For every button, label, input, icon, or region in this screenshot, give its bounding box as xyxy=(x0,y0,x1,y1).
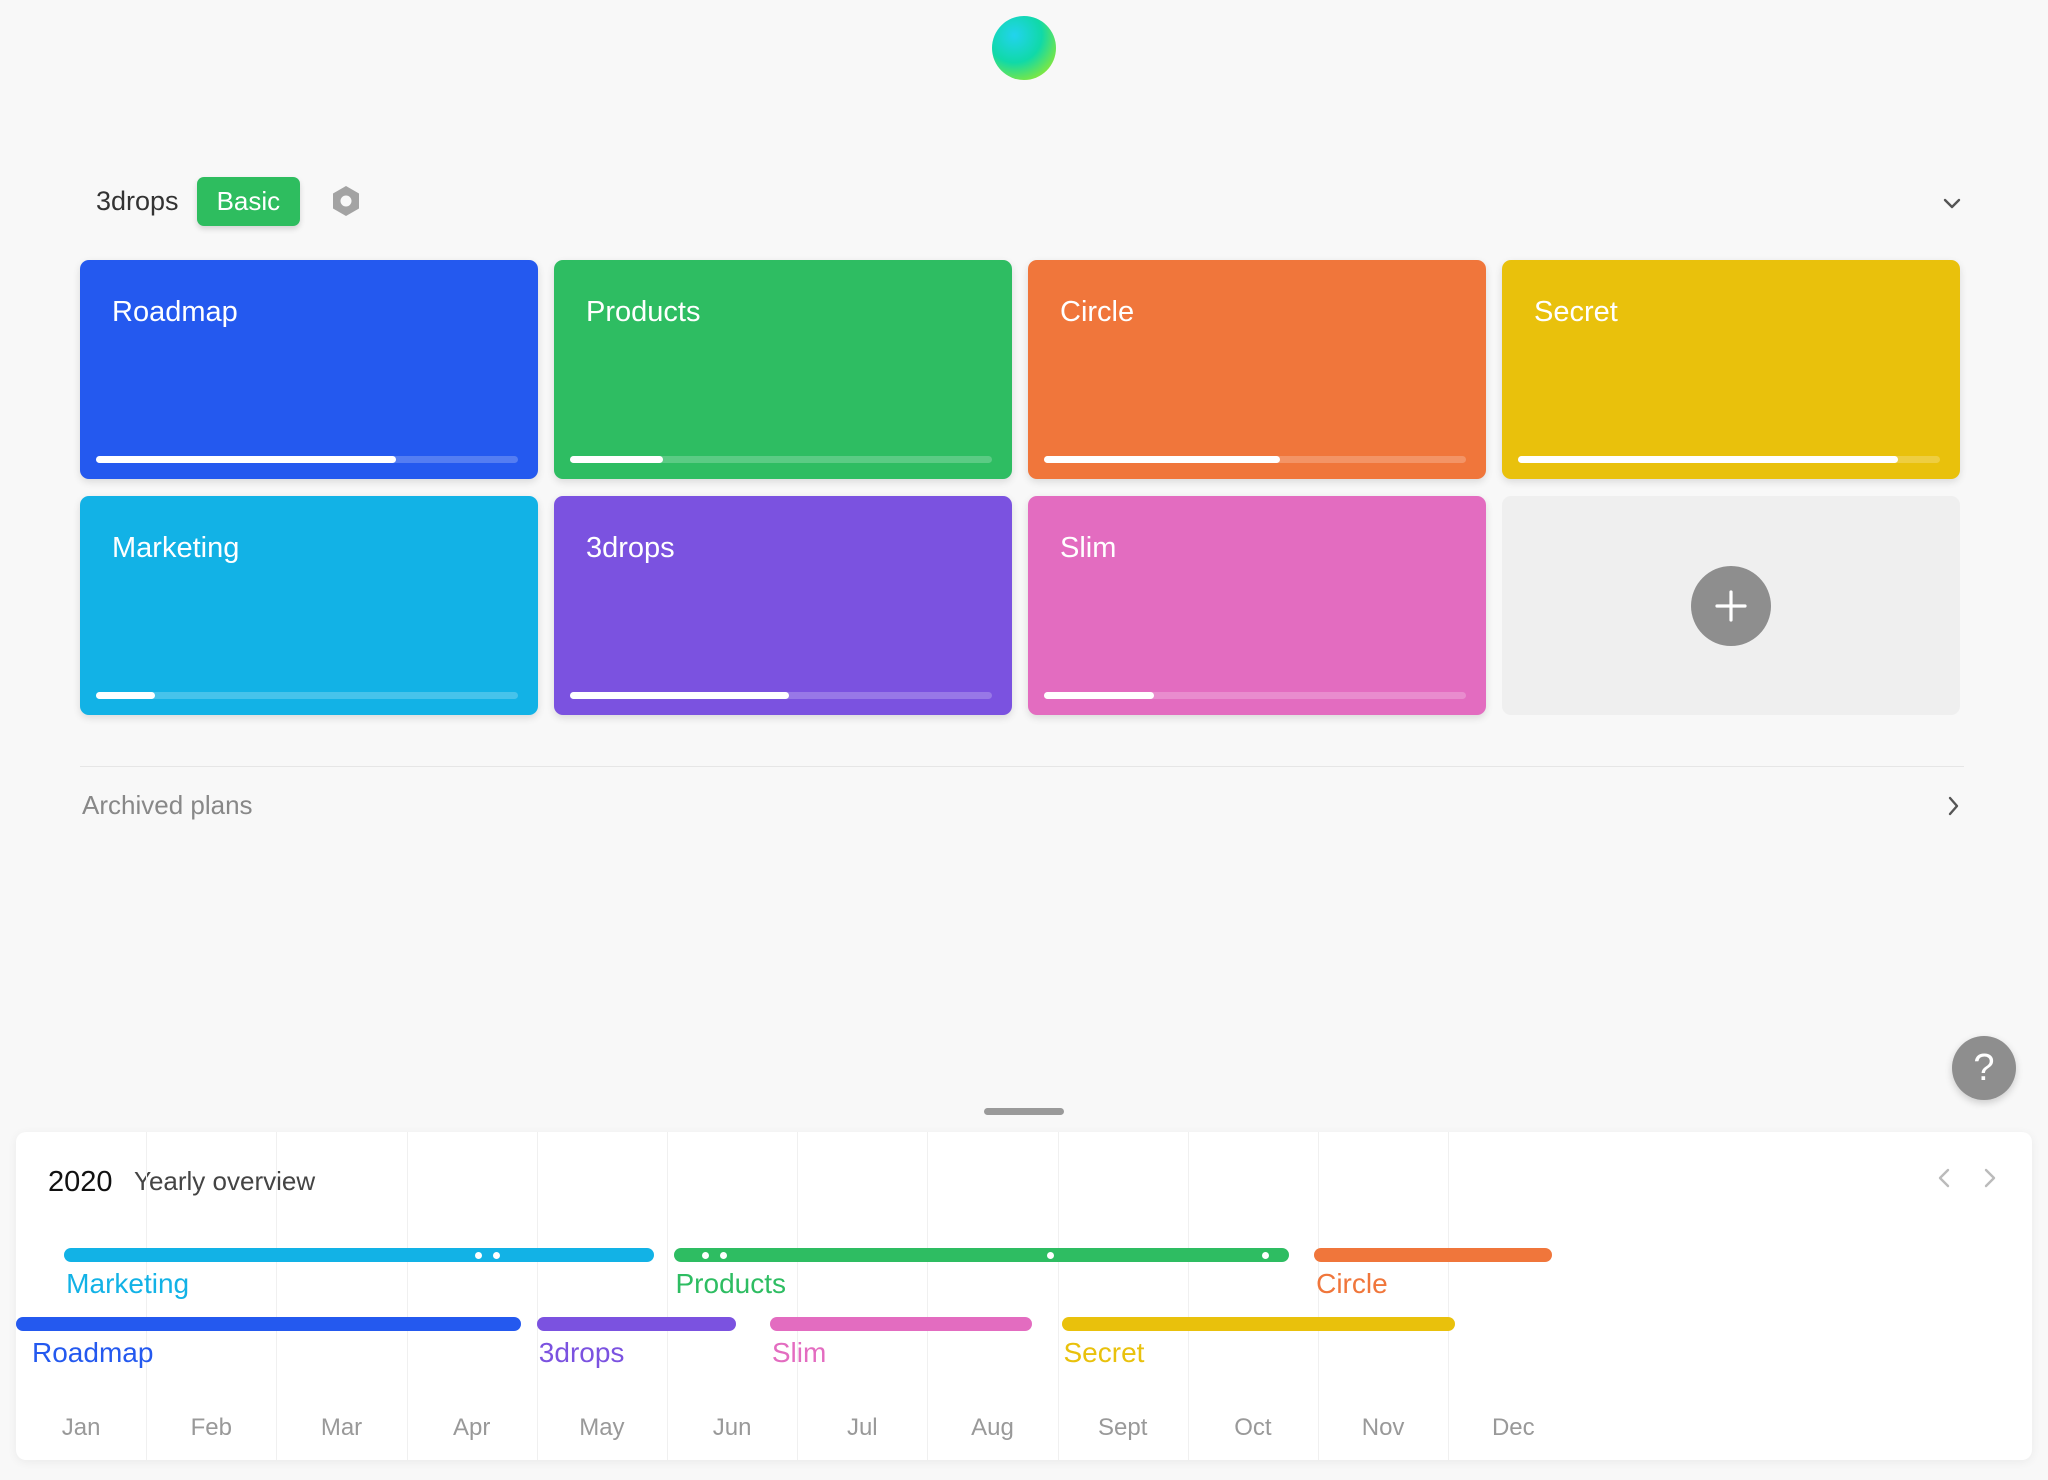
plan-title: Roadmap xyxy=(112,296,238,328)
timeline-bar-slim[interactable] xyxy=(769,1317,1032,1331)
timeline-label[interactable]: Secret xyxy=(1064,1337,1145,1369)
divider xyxy=(80,766,1964,767)
timeline-label[interactable]: Circle xyxy=(1316,1268,1388,1300)
month-gridline xyxy=(536,1132,538,1460)
plus-icon[interactable] xyxy=(1691,565,1771,646)
timeline-label[interactable]: Slim xyxy=(772,1337,826,1369)
plan-progress-bar xyxy=(570,692,992,699)
plan-progress-bar xyxy=(96,692,518,699)
plan-title: Marketing xyxy=(112,532,240,564)
plan-progress-bar xyxy=(1044,456,1466,463)
plan-card-3drops[interactable]: 3drops xyxy=(554,496,1012,715)
plan-title: Slim xyxy=(1060,532,1117,564)
plan-title: 3drops xyxy=(586,532,675,564)
milestone-dot[interactable] xyxy=(1046,1252,1054,1259)
month-label: Dec xyxy=(1491,1414,1535,1441)
milestone-dot[interactable] xyxy=(493,1252,501,1259)
plan-progress-bar xyxy=(96,456,518,463)
app-logo[interactable] xyxy=(992,16,1056,80)
overview-year: 2020 xyxy=(48,1166,113,1198)
timeline-label[interactable]: 3drops xyxy=(539,1337,625,1369)
timeline-bar-marketing[interactable] xyxy=(64,1248,654,1262)
plan-progress-bar xyxy=(1044,692,1466,699)
plan-title: Products xyxy=(586,296,701,328)
plan-progress-fill xyxy=(1518,456,1898,463)
month-gridline xyxy=(1448,1132,1450,1460)
timeline-bar-3drops[interactable] xyxy=(536,1317,736,1331)
help-button[interactable]: ? xyxy=(1952,1036,2016,1100)
timeline-label[interactable]: Roadmap xyxy=(32,1337,153,1369)
plan-card-secret[interactable]: Secret xyxy=(1502,260,1960,479)
workspace-header: 3drops Basic xyxy=(96,176,362,226)
month-gridline xyxy=(927,1132,929,1460)
plan-progress-bar xyxy=(1518,456,1940,463)
plan-card-products[interactable]: Products xyxy=(554,260,1012,479)
chevron-down-icon[interactable] xyxy=(1938,190,1966,218)
workspace-name: 3drops xyxy=(96,185,179,216)
month-gridline xyxy=(1057,1132,1059,1460)
add-plan-card[interactable] xyxy=(1502,496,1960,715)
chevron-right-icon[interactable] xyxy=(1940,790,1968,822)
plan-card-slim[interactable]: Slim xyxy=(1028,496,1486,715)
plan-grid: Roadmap Products Circle Secret Marketing 3dro… xyxy=(80,260,1960,715)
plan-progress-fill xyxy=(570,692,790,699)
archived-plans-link[interactable]: Archived plans xyxy=(82,790,253,821)
timeline-label[interactable]: Products xyxy=(676,1268,787,1300)
plan-tier-badge[interactable]: Basic xyxy=(196,176,301,226)
plan-progress-fill xyxy=(570,456,663,463)
plan-title: Secret xyxy=(1534,296,1618,328)
yearly-overview-panel: 2020 Yearly overview Jan Feb Mar Apr May Jun J… xyxy=(16,1132,2032,1460)
milestone-dot[interactable] xyxy=(1261,1252,1269,1259)
timeline-bar-roadmap[interactable] xyxy=(16,1317,522,1331)
previous-year-button[interactable] xyxy=(1928,1158,1960,1198)
plan-card-circle[interactable]: Circle xyxy=(1028,260,1486,479)
month-gridline xyxy=(797,1132,799,1460)
next-year-button[interactable] xyxy=(1974,1158,2006,1198)
timeline-bar-products[interactable] xyxy=(673,1248,1290,1262)
plan-progress-fill xyxy=(1044,456,1281,463)
plan-title: Circle xyxy=(1060,296,1135,328)
panel-drag-handle[interactable] xyxy=(984,1108,1064,1115)
month-gridline xyxy=(667,1132,668,1460)
plan-progress-bar xyxy=(570,456,992,463)
timeline-bar-circle[interactable] xyxy=(1314,1248,1553,1262)
gear-icon[interactable] xyxy=(330,185,362,217)
month-gridline xyxy=(276,1132,278,1460)
timeline-label[interactable]: Marketing xyxy=(66,1268,189,1300)
plan-progress-fill xyxy=(96,692,156,699)
month-gridline xyxy=(1187,1132,1189,1460)
timeline-bar-secret[interactable] xyxy=(1061,1317,1455,1331)
plan-card-marketing[interactable]: Marketing xyxy=(80,496,538,715)
milestone-dot[interactable] xyxy=(719,1252,727,1259)
plan-card-roadmap[interactable]: Roadmap xyxy=(80,260,538,479)
overview-title: Yearly overview xyxy=(134,1166,316,1196)
plan-progress-fill xyxy=(96,456,396,463)
plan-progress-fill xyxy=(1044,692,1154,699)
milestone-dot[interactable] xyxy=(701,1252,709,1259)
month-gridline xyxy=(406,1132,408,1460)
milestone-dot[interactable] xyxy=(475,1252,483,1259)
